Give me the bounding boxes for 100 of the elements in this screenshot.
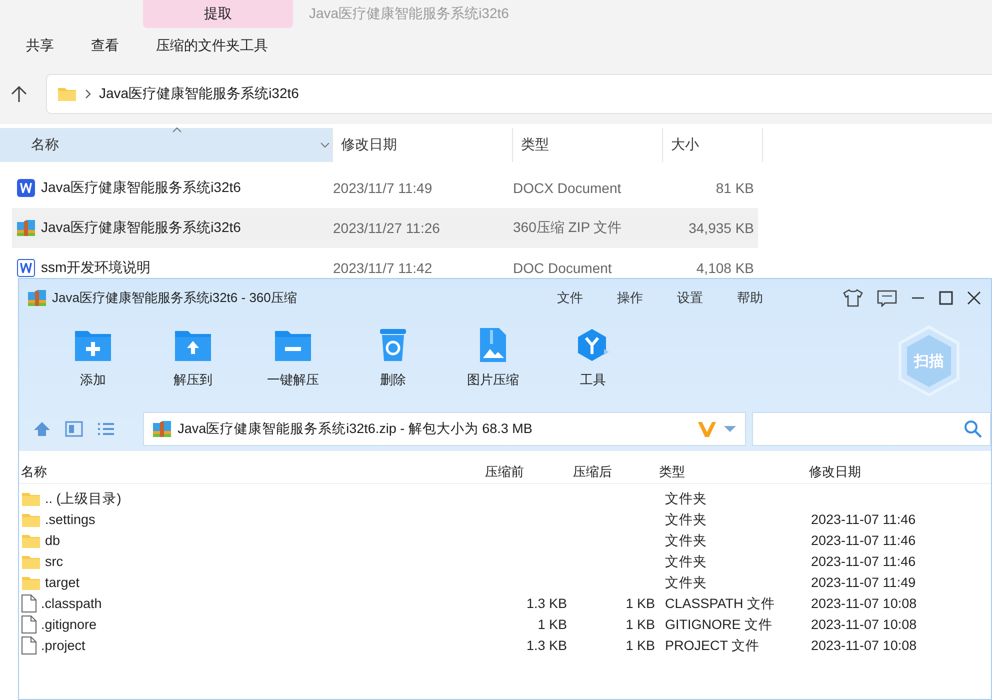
compressed-size: 1 KB (626, 617, 655, 632)
modified-date: 2023-11-07 10:08 (811, 596, 917, 611)
toolbar-button[interactable]: 添加 (43, 317, 143, 390)
window-title: Java医疗健康智能服务系统i32t6 (309, 5, 509, 23)
archive-row[interactable]: .classpath 1.3 KB 1 KB CLASSPATH 文件 2023-11-07 10:08 (19, 593, 991, 614)
entry-type: 文件夹 (665, 554, 707, 568)
image-file-icon (478, 327, 508, 363)
path-segment[interactable]: Java医疗健康智能服务系统i32t6 (99, 85, 299, 103)
file-row[interactable]: ssm开发环境说明 2023/11/7 11:42 DOC Document 4,108 KB (12, 248, 758, 288)
menu-item[interactable]: 设置 (677, 289, 737, 307)
modified-date: 2023/11/7 11:42 (333, 260, 434, 276)
entry-name: target (45, 575, 80, 590)
shirt-icon[interactable] (843, 289, 863, 307)
chevron-icon (85, 89, 91, 99)
path-field[interactable]: Java医疗健康智能服务系统i32t6.zip - 解包大小为 68.3 MB (142, 412, 746, 446)
entry-type: GITIGNORE 文件 (665, 616, 773, 632)
file-type: 360压缩 ZIP 文件 (513, 219, 623, 237)
folder-icon (21, 532, 41, 548)
archive-row[interactable]: .project 1.3 KB 1 KB PROJECT 文件 2023-11-07 10:08 (19, 635, 991, 656)
archive-row[interactable]: .settings 文件夹 2023-11-07 11:46 (19, 509, 991, 530)
menu-item[interactable]: 操作 (617, 289, 677, 307)
column-header[interactable]: 大小 (663, 128, 763, 162)
toolbar-button[interactable]: 图片压缩 (443, 317, 543, 390)
maximize-icon[interactable] (939, 291, 953, 305)
file-type: DOC Document (513, 260, 613, 276)
file-type: DOCX Document (513, 180, 622, 196)
compressed-size: 1 KB (626, 596, 655, 611)
entry-type: CLASSPATH 文件 (665, 596, 776, 610)
entry-type: 文件夹 (665, 574, 707, 590)
close-icon[interactable] (967, 291, 981, 305)
ribbon-tab[interactable]: 查看 (91, 37, 119, 55)
column-header[interactable]: 压缩前 (485, 463, 573, 481)
folder-icon (21, 574, 41, 590)
archive-row[interactable]: db 文件夹 2023-11-07 11:46 (19, 530, 991, 551)
column-header[interactable]: 名称 (19, 463, 485, 481)
toolbar-button[interactable]: 解压到 (143, 317, 243, 390)
ribbon-tab[interactable]: 共享 (26, 37, 54, 55)
folder-icon (57, 86, 77, 102)
recycle-bin-icon (378, 327, 408, 363)
original-size: 1.3 KB (526, 596, 567, 611)
original-size: 1.3 KB (526, 638, 567, 653)
entry-name: db (45, 533, 60, 548)
file-icon (21, 636, 37, 655)
modified-date: 2023-11-07 11:46 (811, 533, 916, 548)
column-header[interactable]: 修改日期 (809, 463, 959, 481)
menu-item[interactable]: 帮助 (737, 289, 797, 307)
original-size: 1 KB (538, 617, 567, 632)
archive-row[interactable]: .. (上级目录) 文件夹 (19, 488, 991, 509)
entry-type: 文件夹 (665, 532, 707, 548)
modified-date: 2023-11-07 11:46 (811, 512, 916, 527)
file-row[interactable]: Java医疗健康智能服务系统i32t6 2023/11/7 11:49 DOCX Document 81 KB (12, 168, 758, 208)
up-arrow-icon[interactable] (10, 85, 28, 103)
file-size: 4,108 KB (695, 260, 754, 276)
entry-name: .classpath (41, 596, 102, 611)
entry-name: .. (上级目录) (45, 490, 122, 508)
archive-row[interactable]: src 文件夹 2023-11-07 11:46 (19, 551, 991, 572)
entry-name: .settings (45, 512, 96, 527)
dropdown-arrow-icon[interactable] (723, 425, 737, 433)
file-size: 34,935 KB (688, 220, 754, 236)
message-icon[interactable] (877, 289, 897, 307)
address-bar[interactable]: Java医疗健康智能服务系统i32t6 (46, 74, 992, 114)
file-name: ssm开发环境说明 (41, 259, 151, 277)
column-header[interactable]: 修改日期 (333, 128, 513, 162)
toolbar-button[interactable]: 一键解压 (243, 317, 343, 390)
file-name: Java医疗健康智能服务系统i32t6 (41, 179, 241, 197)
archive-icon (152, 419, 172, 439)
compressed-size: 1 KB (626, 638, 655, 653)
modified-date: 2023-11-07 11:46 (811, 554, 916, 569)
modified-date: 2023/11/7 11:49 (333, 180, 434, 196)
entry-type: 文件夹 (665, 490, 707, 506)
entry-name: src (45, 554, 63, 569)
ribbon-tab[interactable]: 压缩的文件夹工具 (156, 37, 268, 55)
column-header[interactable]: 类型 (513, 128, 663, 162)
column-header[interactable]: 类型 (659, 463, 809, 481)
ribbon-tab[interactable]: 提取 (143, 0, 293, 28)
list-view-icon[interactable] (96, 421, 115, 437)
search-icon[interactable] (964, 420, 982, 438)
file-icon (21, 594, 37, 613)
modified-date: 2023/11/27 11:26 (333, 220, 441, 236)
word-document-icon (16, 178, 36, 198)
thumbnail-view-icon[interactable] (64, 421, 83, 437)
toolbar-button[interactable]: 工具 (543, 317, 643, 390)
column-header[interactable]: 名称 (0, 128, 333, 162)
archive-row[interactable]: target 文件夹 2023-11-07 11:49 (19, 572, 991, 593)
archive-icon (27, 288, 47, 308)
v-logo-icon (697, 420, 717, 438)
file-row[interactable]: Java医疗健康智能服务系统i32t6 2023/11/27 11:26 360压缩 ZIP 文件 34,935 KB (12, 208, 758, 248)
entry-type: PROJECT 文件 (665, 638, 760, 652)
entry-name: .project (41, 638, 86, 653)
folder-icon (21, 512, 41, 528)
column-header[interactable]: 压缩后 (573, 463, 659, 481)
file-icon (21, 615, 37, 634)
archive-row[interactable]: .gitignore 1 KB 1 KB GITIGNORE 文件 2023-11-07 10:08 (19, 614, 991, 635)
window-title: Java医疗健康智能服务系统i32t6 - 360压缩 (52, 289, 297, 307)
entry-name: .gitignore (41, 617, 97, 632)
toolbar-button[interactable]: 删除 (343, 317, 443, 390)
menu-item[interactable]: 文件 (557, 289, 617, 307)
search-field[interactable] (752, 412, 991, 446)
tools-icon (575, 327, 611, 363)
modified-date: 2023-11-07 10:08 (811, 638, 917, 653)
